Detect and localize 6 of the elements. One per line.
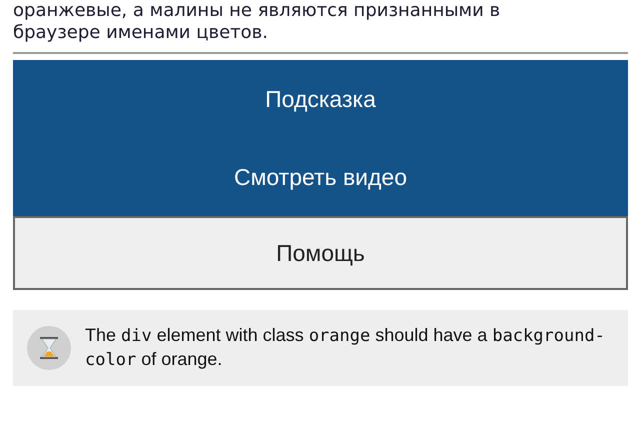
hint-text: The div element with class orange should have a background-color of orange. [85,324,606,372]
action-button[interactable]: Смотреть видео [13,138,628,216]
action-button[interactable]: Подсказка [13,60,628,138]
help-button[interactable]: Помощь [13,216,628,290]
description-text: оранжевые, а малины не являются признанными в браузере именами цветов. [13,0,502,44]
hourglass-icon [27,326,71,370]
